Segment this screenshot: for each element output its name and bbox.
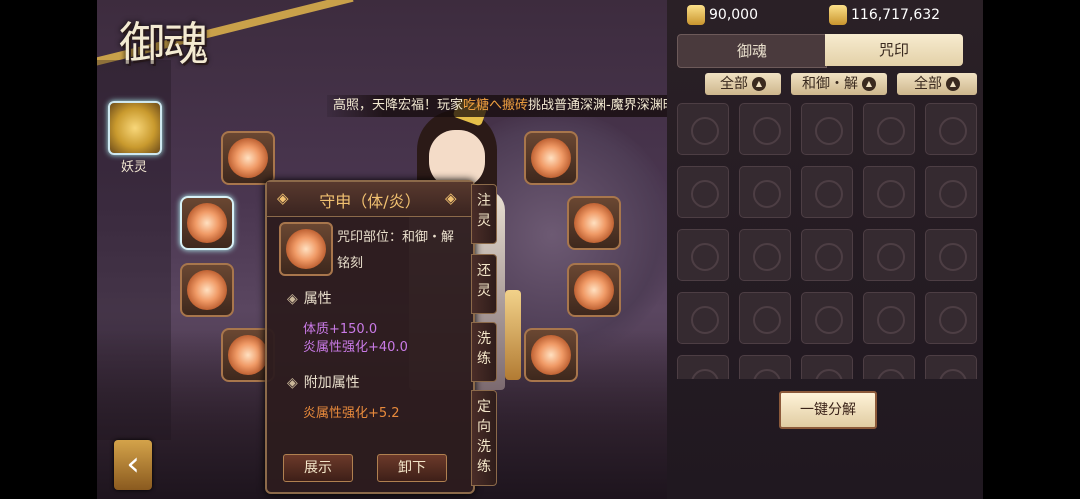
inventory-slot[interactable]: [863, 292, 915, 344]
inventory-slot[interactable]: [801, 229, 853, 281]
inventory-slot[interactable]: [925, 229, 977, 281]
inventory-slot[interactable]: [677, 166, 729, 218]
directed-refine-label: 定向洗练: [477, 399, 491, 475]
currency-2: 116,717,632: [829, 4, 940, 26]
inventory-slot[interactable]: [925, 355, 977, 379]
inventory-slot[interactable]: [801, 292, 853, 344]
seal-engrave: 铭刻: [337, 256, 364, 271]
inventory-panel: 90,000 116,717,632 御魂 咒印 全部 ▲ 和御・解 ▲ 全部 ▲ 一…: [667, 0, 983, 499]
inventory-slot[interactable]: [863, 166, 915, 218]
seal-position: 咒印部位：和御・解: [337, 230, 455, 245]
inventory-slot[interactable]: [863, 229, 915, 281]
seal-slot-3[interactable]: [180, 263, 234, 317]
inventory-slot[interactable]: [863, 355, 915, 379]
chevron-up-icon: ▲: [862, 77, 876, 91]
refine-button[interactable]: 洗练: [471, 322, 497, 382]
inventory-slot[interactable]: [677, 229, 729, 281]
inventory-slot[interactable]: [801, 103, 853, 155]
attr-line-1: 体质+150.0: [303, 322, 378, 337]
inventory-slot[interactable]: [739, 103, 791, 155]
inventory-slot[interactable]: [801, 355, 853, 379]
remove-button[interactable]: 卸下: [377, 454, 447, 482]
inventory-slot[interactable]: [677, 355, 729, 379]
infuse-label: 注灵: [477, 193, 491, 229]
chevron-up-icon: ▲: [946, 77, 960, 91]
inventory-slot[interactable]: [739, 355, 791, 379]
seal-slot-2[interactable]: [180, 196, 234, 250]
yaoling-slot[interactable]: [108, 101, 162, 155]
seal-slot-7[interactable]: [567, 263, 621, 317]
inventory-slot[interactable]: [925, 166, 977, 218]
game-screen: 御魂 妖灵 ‹ 高照，天降宏福！玩家吃糖へ搬砖挑战普通深渊-魔界深渊时，竟然得到…: [97, 0, 983, 499]
seal-slot-6[interactable]: [567, 196, 621, 250]
inventory-slot[interactable]: [739, 166, 791, 218]
seal-slot-8[interactable]: [524, 328, 578, 382]
seal-slot-5[interactable]: [524, 131, 578, 185]
chevron-up-icon: ▲: [752, 77, 766, 91]
inventory-slot[interactable]: [925, 103, 977, 155]
inventory-slot[interactable]: [739, 229, 791, 281]
filter-1[interactable]: 全部 ▲: [705, 73, 781, 95]
attr-line-2: 炎属性强化+40.0: [303, 340, 408, 355]
seal-detail-popup: ◈ 守申（体/炎） ◈ 咒印部位：和御・解 铭刻 ◈ 属性 体质+150.0 炎属…: [265, 180, 475, 494]
inventory-slot[interactable]: [677, 103, 729, 155]
inventory-slot[interactable]: [677, 292, 729, 344]
inventory-slot[interactable]: [863, 103, 915, 155]
popup-title: 守申（体/炎）: [319, 192, 421, 211]
inventory-grid: [677, 103, 977, 379]
coin-icon: [829, 5, 847, 25]
yaoling-label: 妖灵: [121, 160, 148, 175]
inventory-slot[interactable]: [739, 292, 791, 344]
coin-icon: [687, 5, 705, 25]
return-label: 还灵: [477, 263, 491, 299]
tab-yuhun[interactable]: 御魂: [677, 34, 827, 68]
extra-attr-section-title: ◈ 附加属性: [287, 375, 360, 391]
inventory-slot[interactable]: [925, 292, 977, 344]
refine-label: 洗练: [477, 331, 491, 367]
directed-refine-button[interactable]: 定向洗练: [471, 390, 497, 486]
one-click-decompose-button[interactable]: 一键分解: [779, 391, 877, 429]
filter-2[interactable]: 和御・解 ▲: [791, 73, 887, 95]
infuse-button[interactable]: 注灵: [471, 184, 497, 244]
seal-icon: [279, 222, 333, 276]
show-button[interactable]: 展示: [283, 454, 353, 482]
extra-attr-line-1: 炎属性强化+5.2: [303, 406, 400, 421]
currency-1: 90,000: [687, 4, 758, 26]
return-button[interactable]: 还灵: [471, 254, 497, 314]
lantern-decor: [505, 290, 521, 380]
seal-slot-1[interactable]: [221, 131, 275, 185]
next-arrow-icon[interactable]: ◈: [445, 189, 457, 207]
tab-zhouyin[interactable]: 咒印: [825, 34, 963, 66]
back-arrow-icon[interactable]: ‹: [114, 440, 152, 490]
attr-section-title: ◈ 属性: [287, 291, 332, 307]
inventory-slot[interactable]: [801, 166, 853, 218]
filter-3[interactable]: 全部 ▲: [897, 73, 977, 95]
